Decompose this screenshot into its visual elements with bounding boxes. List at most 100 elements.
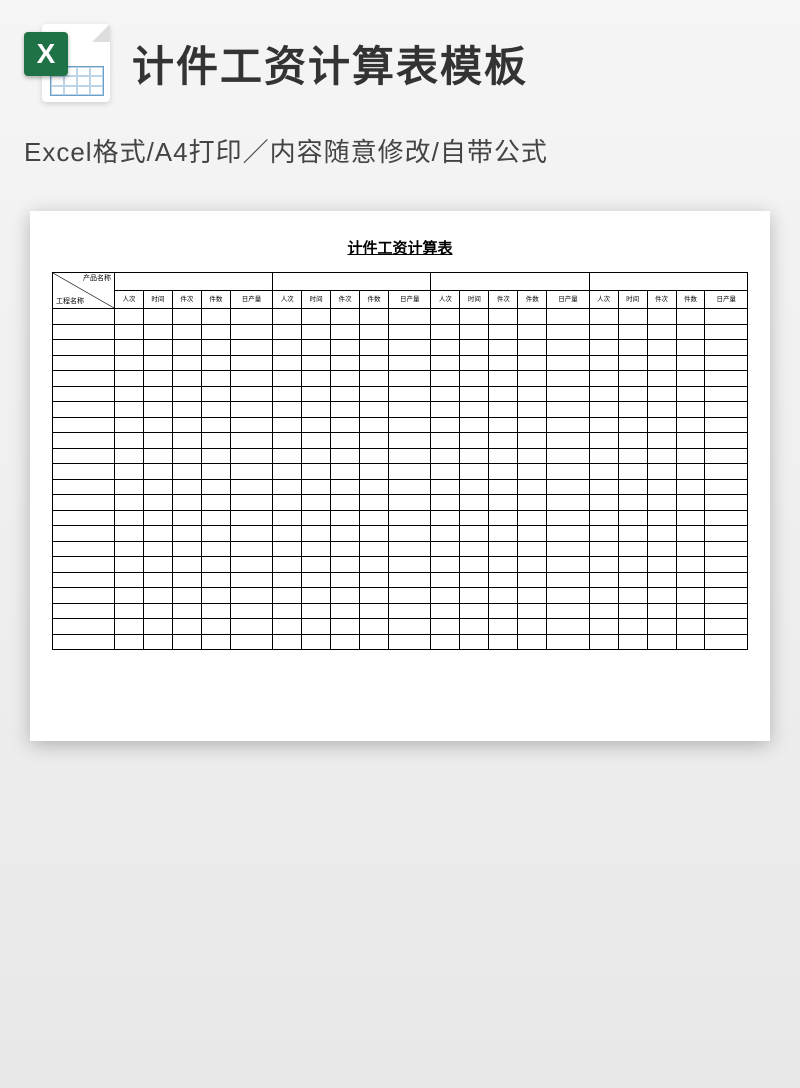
data-cell [676,448,705,464]
process-name-cell [53,526,115,542]
data-cell [389,619,431,635]
data-cell [389,340,431,356]
data-cell [389,557,431,573]
data-cell [589,588,618,604]
data-cell [618,448,647,464]
data-cell [331,402,360,418]
data-cell [489,448,518,464]
data-cell [172,510,201,526]
table-row [53,526,748,542]
data-cell [360,433,389,449]
table-row [53,557,748,573]
data-cell [518,309,547,325]
data-cell [460,417,489,433]
data-cell [431,448,460,464]
data-cell [360,557,389,573]
data-cell [331,588,360,604]
process-name-cell [53,634,115,650]
data-cell [431,541,460,557]
data-cell [705,588,748,604]
data-cell [618,402,647,418]
data-cell [431,588,460,604]
data-cell [302,433,331,449]
data-cell [389,572,431,588]
data-cell [273,588,302,604]
process-name-cell [53,309,115,325]
data-cell [273,634,302,650]
data-cell [143,541,172,557]
data-cell [201,603,230,619]
data-cell [618,557,647,573]
data-cell [360,495,389,511]
data-cell [589,526,618,542]
data-cell [273,495,302,511]
data-cell [302,603,331,619]
data-cell [676,324,705,340]
data-cell [143,464,172,480]
data-cell [302,588,331,604]
data-cell [172,588,201,604]
data-cell [676,510,705,526]
data-cell [201,526,230,542]
data-cell [273,371,302,387]
data-cell [589,510,618,526]
data-cell [302,510,331,526]
data-cell [115,386,144,402]
data-cell [389,433,431,449]
data-cell [647,464,676,480]
data-cell [705,386,748,402]
data-cell [302,634,331,650]
data-cell [273,324,302,340]
data-cell [431,510,460,526]
data-cell [143,634,172,650]
spreadsheet-preview: 计件工资计算表 产品名称工程名称 人次时间件次件数日产量人次时间件次件数日产量人… [30,211,770,741]
data-cell [489,526,518,542]
data-cell [489,541,518,557]
data-cell [705,324,748,340]
data-cell [460,510,489,526]
data-cell [431,464,460,480]
data-cell [115,541,144,557]
data-cell [460,355,489,371]
data-cell [431,479,460,495]
data-cell [676,386,705,402]
data-cell [547,340,589,356]
data-cell [705,417,748,433]
column-header: 时间 [460,291,489,309]
data-cell [143,510,172,526]
table-row [53,634,748,650]
data-cell [460,495,489,511]
process-name-cell [53,448,115,464]
data-cell [331,417,360,433]
data-cell [389,464,431,480]
process-name-cell [53,417,115,433]
data-cell [331,386,360,402]
data-cell [143,433,172,449]
data-cell [302,417,331,433]
process-name-cell [53,603,115,619]
data-cell [360,448,389,464]
data-cell [201,479,230,495]
column-header: 人次 [431,291,460,309]
column-header: 时间 [302,291,331,309]
diagonal-header-cell: 产品名称工程名称 [53,273,115,309]
data-cell [172,557,201,573]
data-cell [331,557,360,573]
diag-bottom-label: 工程名称 [56,298,84,306]
data-cell [230,526,272,542]
data-cell [589,371,618,387]
data-cell [547,464,589,480]
data-cell [705,495,748,511]
data-cell [273,572,302,588]
data-cell [489,572,518,588]
data-cell [172,433,201,449]
data-cell [360,464,389,480]
data-cell [618,371,647,387]
data-cell [589,309,618,325]
data-cell [115,634,144,650]
data-cell [230,355,272,371]
data-cell [230,448,272,464]
data-cell [201,433,230,449]
table-row [53,479,748,495]
process-name-cell [53,557,115,573]
